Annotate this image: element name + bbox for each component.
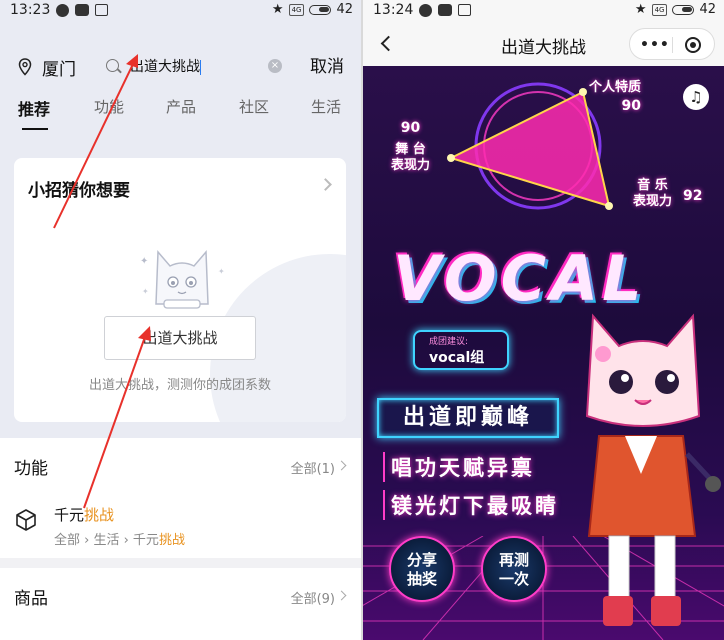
capsule-divider (672, 37, 673, 53)
camera-icon (458, 4, 472, 16)
retry-button[interactable]: 再测 一次 (481, 536, 547, 602)
stat-stage-label-1: 舞 台 (395, 142, 426, 157)
result-poster: ♫ 个人特质 90 90 舞 台 表现力 音 乐 表现力 92 VOCAL 成团… (363, 66, 724, 640)
stat-personal-label: 个人特质 (589, 80, 642, 95)
annotation-arrows (53, 54, 151, 509)
network-icon: 4G (651, 3, 668, 16)
cat-idol-character (585, 313, 721, 626)
mini-program-header: 13:24 ★ 4G 42 出道大挑战 ••• (363, 0, 724, 66)
star-icon: ★ (634, 2, 647, 17)
close-program-icon[interactable] (685, 37, 701, 53)
battery-level: 42 (699, 2, 716, 17)
stat-music-value: 92 (683, 188, 703, 204)
share-lottery-button[interactable]: 分享 抽奖 (389, 536, 455, 602)
stat-stage-value: 90 (400, 120, 421, 136)
stat-music-label-2: 表现力 (633, 194, 673, 209)
lottery-label: 抽奖 (406, 570, 437, 588)
slogan-vocal-talent: 唱功天赋异禀 (383, 452, 535, 482)
status-time: 13:24 (373, 2, 414, 18)
music-note-icon[interactable]: ♫ (683, 84, 709, 110)
shield-icon (419, 3, 433, 17)
stat-music-label-1: 音 乐 (637, 178, 668, 193)
cloud-icon (438, 4, 453, 16)
battery-icon (672, 4, 695, 15)
suggestion-label: 成团建议: (429, 337, 469, 347)
suggestion-value: vocal组 (429, 350, 485, 366)
share-label: 分享 (406, 551, 437, 569)
stat-personal-value: 90 (621, 98, 642, 114)
more-icon[interactable]: ••• (640, 37, 670, 53)
stat-personal: 个人特质 90 (589, 80, 641, 114)
stat-stage: 90 舞 台 表现力 (391, 120, 430, 174)
mini-program-capsule: ••• (629, 28, 715, 60)
stat-stage-label-2: 表现力 (391, 158, 431, 173)
slogan-debut-peak: 出道即巅峰 (377, 398, 559, 438)
right-screen: 13:24 ★ 4G 42 出道大挑战 ••• ♫ 个人特质 90 90 舞 台… (363, 0, 724, 640)
retry-label-2: 一次 (498, 570, 529, 588)
slogan-spotlight: 镁光灯下最吸睛 (383, 490, 559, 520)
left-screen: 13:23 ★ 4G 42 厦门 出道大挑战 × 取消 推荐 功能 产品 社区 … (0, 0, 361, 640)
status-bar: 13:24 ★ 4G 42 (363, 0, 724, 22)
retry-label-1: 再测 (498, 551, 529, 569)
group-suggestion: 成团建议: vocal组 (413, 330, 509, 370)
stat-music: 音 乐 表现力 (633, 178, 672, 210)
